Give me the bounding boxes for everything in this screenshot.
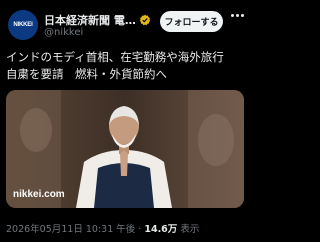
tweet-metadata: 2026年05月11日 10:31 午後 · 14.6万 表示 [6, 221, 199, 235]
views-label: 表示 [177, 224, 200, 235]
author-handle[interactable]: @nikkei [44, 27, 83, 38]
follow-button[interactable]: フォローする [160, 11, 223, 32]
avatar-logo-text: NIKKEI [13, 22, 33, 28]
more-options-icon[interactable] [231, 14, 244, 17]
author-display-name[interactable]: 日本経済新聞 電… [44, 12, 136, 28]
tweet-media-image[interactable]: nikkei.com [6, 90, 244, 208]
meta-separator: · [135, 224, 145, 235]
gold-verified-badge-icon [139, 14, 151, 26]
tweet-timestamp[interactable]: 2026年05月11日 10:31 午後 [6, 224, 135, 235]
author-name-row[interactable]: 日本経済新聞 電… [44, 12, 151, 28]
media-watermark: nikkei.com [13, 189, 65, 200]
views-count: 14.6万 [144, 224, 178, 235]
tweet-text-line-1: インドのモディ首相、在宅勤務や海外旅行 [6, 50, 224, 64]
tweet-text-line-2: 自粛を要請 燃料・外貨節約へ [6, 67, 167, 81]
tweet-text: インドのモディ首相、在宅勤務や海外旅行 自粛を要請 燃料・外貨節約へ [6, 49, 246, 83]
author-avatar[interactable]: NIKKEI [8, 10, 38, 40]
